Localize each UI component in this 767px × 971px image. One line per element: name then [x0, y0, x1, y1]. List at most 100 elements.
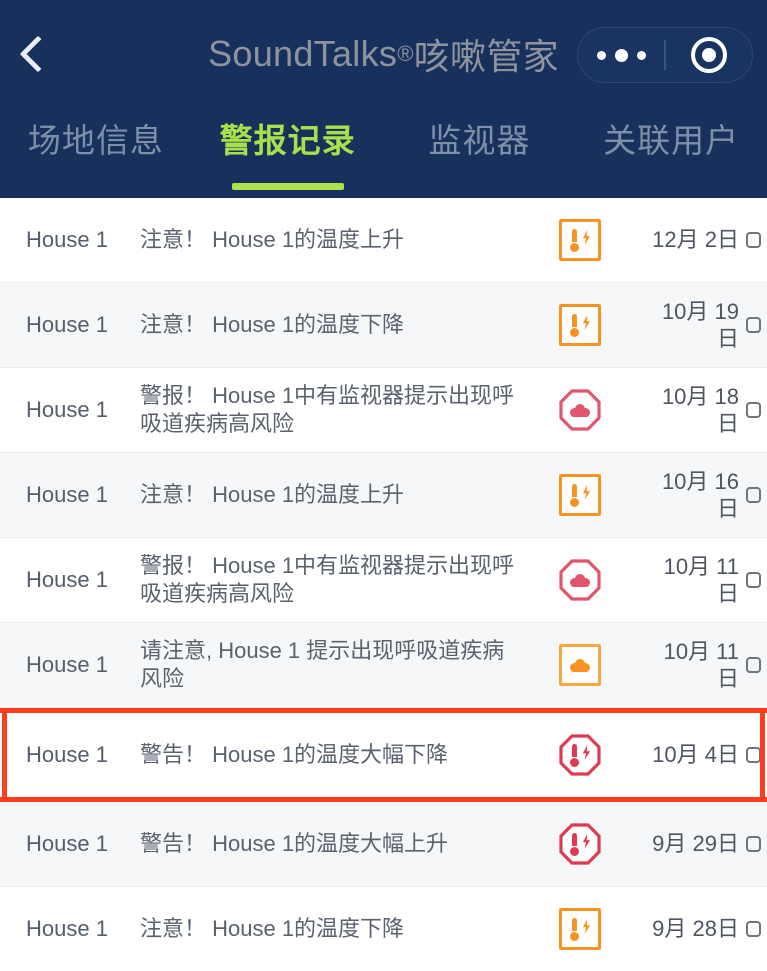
alert-row[interactable]: House 1 警告！ House 1的温度大幅上升 9月 29日 — [0, 802, 767, 887]
temperature-bolt-orange-square-icon — [559, 304, 601, 346]
alert-date: 9月 28日 — [652, 916, 739, 942]
tab-bar: 场地信息 警报记录 监视器 关联用户 — [0, 108, 767, 198]
thermometer-bolt-icon — [569, 228, 591, 252]
thermometer-bolt-icon — [569, 832, 591, 856]
alert-date: 10月 16日 — [661, 468, 739, 522]
temperature-bolt-orange-square-icon — [559, 908, 601, 950]
alert-severity-icon-cell — [530, 644, 630, 686]
alert-severity-icon-cell — [530, 304, 630, 346]
dot-3 — [636, 50, 646, 60]
alert-date: 10月 11日 — [663, 553, 739, 607]
tab-2[interactable]: 监视器 — [384, 108, 576, 198]
alert-row[interactable]: House 1 注意！ House 1的温度上升 10月 16日 — [0, 453, 767, 538]
more-dots-icon[interactable] — [578, 48, 664, 62]
tab-label: 警报记录 — [219, 122, 356, 159]
alert-house-name: House 1 — [26, 482, 108, 507]
app-root: SoundTalks ® 咳嗽管家 场地信息 警报记录 监视器 关联用户 House 1 注… — [0, 0, 767, 971]
tab-label: 场地信息 — [27, 122, 164, 159]
alert-severity-icon-cell — [530, 908, 630, 950]
alert-severity-icon-cell — [530, 559, 630, 601]
alert-date-cell: 10月 11日 — [630, 553, 767, 608]
alert-date: 9月 29日 — [652, 831, 739, 857]
alert-list: House 1 注意！ House 1的温度上升 12月 2日 House 1 注意！ … — [0, 198, 767, 971]
lung-cloud-icon — [570, 403, 590, 417]
alert-date-cell: 10月 19日 — [630, 298, 767, 353]
alert-date-cell: 12月 2日 — [630, 226, 767, 254]
alert-date: 10月 11日 — [663, 638, 739, 692]
tab-label: 监视器 — [428, 122, 531, 159]
alert-severity-icon-cell — [530, 474, 630, 516]
alert-status-circle-icon — [746, 572, 761, 588]
target-dot — [702, 48, 716, 62]
respiratory-risk-red-octagon-icon — [559, 559, 601, 601]
alert-status-circle-icon — [746, 921, 761, 937]
alert-house-name: House 1 — [26, 831, 108, 856]
alert-date: 10月 19日 — [661, 298, 739, 352]
alert-house-name: House 1 — [26, 397, 108, 422]
lung-cloud-icon — [570, 573, 590, 587]
tab-0[interactable]: 场地信息 — [0, 108, 192, 198]
miniprogram-capsule — [577, 27, 753, 83]
alert-row[interactable]: House 1 警告！ House 1的温度大幅下降 10月 4日 — [0, 708, 767, 802]
alert-date: 10月 18日 — [661, 383, 739, 437]
chevron-left-icon — [19, 35, 57, 73]
respiratory-risk-red-octagon-icon — [559, 389, 601, 431]
dot-1 — [596, 50, 606, 60]
alert-message: 警报！ House 1中有监视器提示出现呼吸道疾病高风险 — [140, 382, 515, 436]
alert-status-circle-icon — [746, 657, 761, 673]
dot-2 — [614, 48, 628, 62]
alert-message: 注意！ House 1的温度下降 — [140, 311, 405, 337]
alert-message: 警报！ House 1中有监视器提示出现呼吸道疾病高风险 — [140, 552, 515, 606]
alert-status-circle-icon — [746, 232, 761, 248]
alert-message: 注意！ House 1的温度下降 — [140, 915, 405, 941]
tab-1[interactable]: 警报记录 — [192, 108, 384, 198]
alert-date: 10月 4日 — [652, 742, 739, 768]
alert-message: 警告！ House 1的温度大幅上升 — [140, 830, 449, 856]
alert-row[interactable]: House 1 警报！ House 1中有监视器提示出现呼吸道疾病高风险 10月 1… — [0, 368, 767, 453]
alert-date-cell: 10月 11日 — [630, 638, 767, 693]
thermometer-bolt-icon — [569, 483, 591, 507]
target-circle-icon[interactable] — [666, 37, 752, 73]
page-title-cn: 咳嗽管家 — [413, 36, 559, 77]
alert-severity-icon-cell — [530, 219, 630, 261]
alert-severity-icon-cell — [530, 734, 630, 776]
alert-date: 12月 2日 — [652, 227, 739, 253]
alert-house-name: House 1 — [26, 227, 108, 252]
back-button[interactable] — [0, 0, 70, 108]
alert-severity-icon-cell — [530, 823, 630, 865]
thermometer-bolt-icon — [569, 917, 591, 941]
alert-house-name: House 1 — [26, 652, 108, 677]
alert-row[interactable]: House 1 注意！ House 1的温度下降 10月 19日 — [0, 283, 767, 368]
alert-date-cell: 9月 29日 — [630, 830, 767, 858]
temperature-bolt-orange-square-icon — [559, 474, 601, 516]
alert-date-cell: 10月 4日 — [630, 741, 767, 769]
alert-severity-icon-cell — [530, 389, 630, 431]
alert-status-circle-icon — [746, 402, 761, 418]
alert-row[interactable]: House 1 注意！ House 1的温度上升 12月 2日 — [0, 198, 767, 283]
target-ring — [691, 37, 727, 73]
alert-date-cell: 9月 28日 — [630, 915, 767, 943]
alert-row[interactable]: House 1 注意！ House 1的温度下降 9月 28日 — [0, 887, 767, 971]
alert-message: 警告！ House 1的温度大幅下降 — [140, 741, 449, 767]
alert-date-cell: 10月 16日 — [630, 468, 767, 523]
alert-status-circle-icon — [746, 317, 761, 333]
respiratory-risk-orange-square-icon — [559, 644, 601, 686]
alert-date-cell: 10月 18日 — [630, 383, 767, 438]
alert-house-name: House 1 — [26, 742, 108, 767]
temperature-bolt-orange-square-icon — [559, 219, 601, 261]
tab-active-underline — [231, 183, 344, 190]
registered-mark: ® — [397, 41, 414, 66]
alert-row[interactable]: House 1 警报！ House 1中有监视器提示出现呼吸道疾病高风险 10月 1… — [0, 538, 767, 623]
app-header: SoundTalks ® 咳嗽管家 — [0, 0, 767, 108]
alert-house-name: House 1 — [26, 916, 108, 941]
alert-message: 注意！ House 1的温度上升 — [140, 481, 405, 507]
thermometer-bolt-icon — [569, 313, 591, 337]
alert-house-name: House 1 — [26, 567, 108, 592]
alert-status-circle-icon — [746, 836, 761, 852]
alert-row[interactable]: House 1 请注意, House 1 提示出现呼吸道疾病风险 10月 11日 — [0, 623, 767, 708]
lung-cloud-icon — [570, 658, 590, 672]
alert-message: 注意！ House 1的温度上升 — [140, 226, 405, 252]
alert-status-circle-icon — [746, 747, 761, 763]
tab-3[interactable]: 关联用户 — [575, 108, 767, 198]
page-title-brand: SoundTalks — [208, 33, 398, 74]
